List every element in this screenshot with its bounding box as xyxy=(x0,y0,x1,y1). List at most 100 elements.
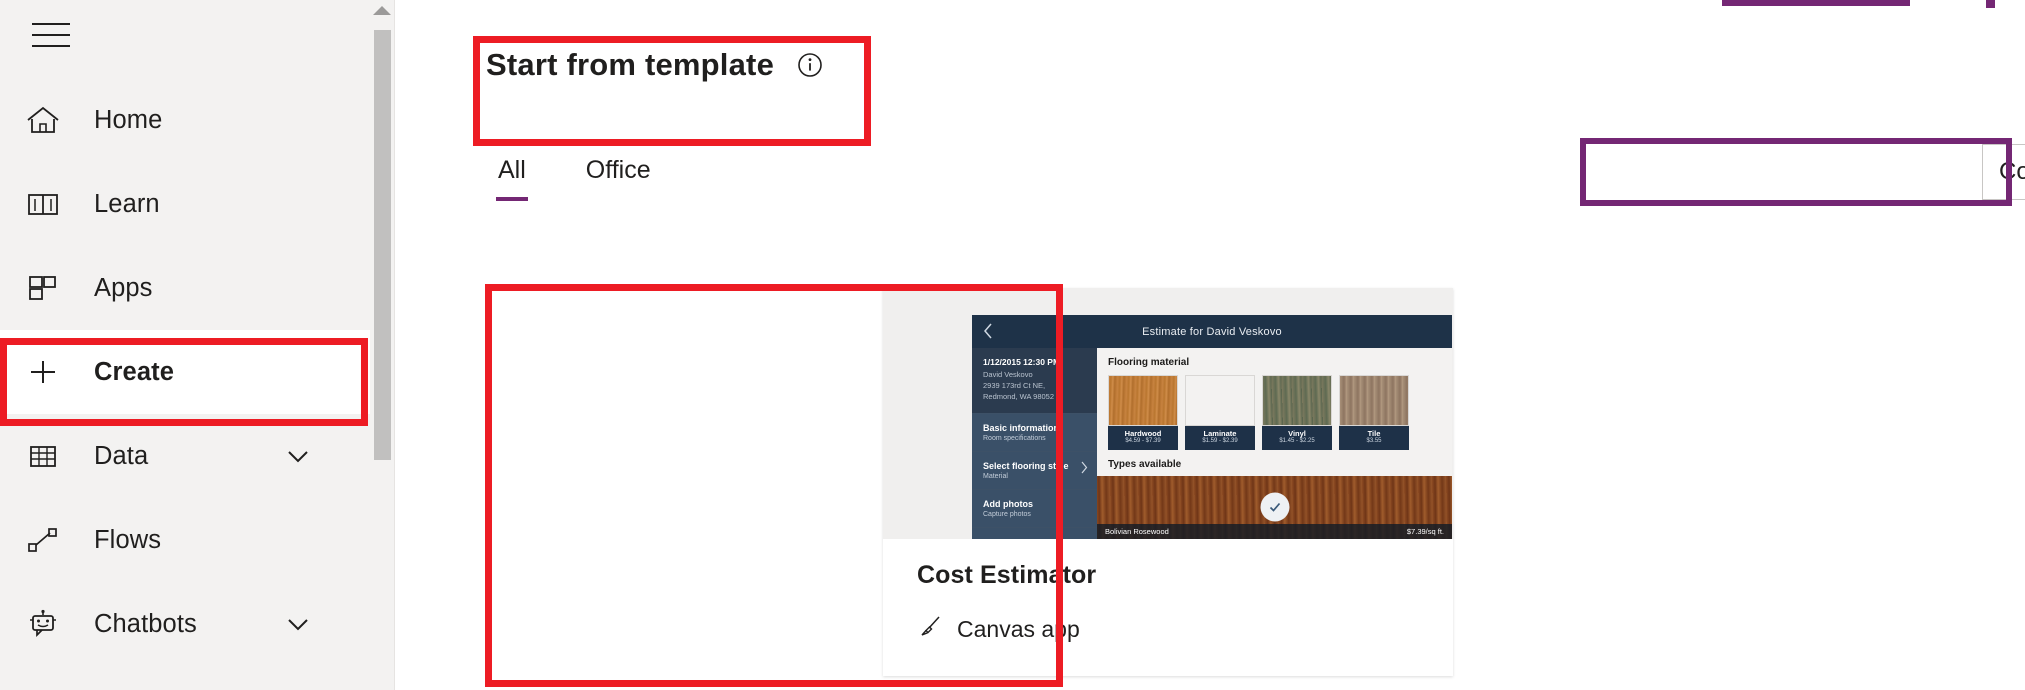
sidebar-item-label: Create xyxy=(94,357,174,386)
main-content: Start from template All Office Cost Esti… xyxy=(396,0,2025,690)
template-card-type: Canvas app xyxy=(917,614,1419,645)
sidebar-item-label: Chatbots xyxy=(94,609,197,638)
mockup-right-panel: Flooring material Hardwood $4.59 - $7.39 xyxy=(1097,348,1452,539)
mockup-menu: Basic information Room specifications Se… xyxy=(972,412,1097,539)
flow-icon xyxy=(26,520,72,560)
page-title: Start from template xyxy=(486,47,775,82)
apps-grid-icon xyxy=(26,268,72,308)
app-preview-mockup: Estimate for David Veskovo 1/12/2015 12:… xyxy=(972,315,1452,539)
mockup-columns: 1/12/2015 12:30 PM David Veskovo 2939 17… xyxy=(972,348,1452,539)
material-price: $3.55 xyxy=(1366,438,1382,445)
left-navigation-sidebar: Home Learn Apps Create Data Flows Chatbo… xyxy=(0,0,370,690)
mockup-menu-title: Add photos xyxy=(983,498,1033,509)
sidebar-item-home[interactable]: Home xyxy=(0,78,370,162)
mockup-menu-item-empty xyxy=(972,526,1097,539)
sidebar-item-learn[interactable]: Learn xyxy=(0,162,370,246)
material-tile: Laminate $1.59 - $2.39 xyxy=(1185,375,1255,450)
top-purple-annotation-tick xyxy=(1986,0,1995,8)
mockup-customer-info: 1/12/2015 12:30 PM David Veskovo 2939 17… xyxy=(972,348,1097,413)
material-tile: Tile $3.55 xyxy=(1339,375,1409,450)
material-name: Hardwood xyxy=(1124,429,1162,438)
sidebar-item-label: Data xyxy=(94,441,149,470)
material-swatch-icon xyxy=(1262,375,1332,426)
sidebar-item-data[interactable]: Data xyxy=(0,414,370,498)
robot-icon xyxy=(26,604,72,644)
sidebar-nav-list: Home Learn Apps Create Data Flows Chatbo… xyxy=(0,78,370,666)
home-icon xyxy=(26,100,72,140)
mockup-section-materials: Flooring material xyxy=(1108,357,1190,368)
mockup-header-title: Estimate for David Veskovo xyxy=(1142,325,1282,338)
chevron-right-icon xyxy=(1080,461,1088,479)
mockup-menu-item: Add photos Capture photos xyxy=(972,488,1097,527)
chevron-down-icon[interactable] xyxy=(284,610,312,638)
search-input[interactable] xyxy=(1983,158,2025,186)
sidebar-item-label: Home xyxy=(94,105,163,134)
tab-all[interactable]: All xyxy=(486,150,538,201)
hamburger-menu-icon[interactable] xyxy=(22,8,80,62)
mockup-menu-item: Select flooring style Material xyxy=(972,450,1097,489)
sidebar-scrollbar[interactable] xyxy=(370,0,395,690)
page-title-row: Start from template xyxy=(486,47,824,83)
material-caption: Vinyl $1.45 - $2.25 xyxy=(1262,426,1332,450)
chevron-down-icon[interactable] xyxy=(284,442,312,470)
mockup-customer-name: David Veskovo xyxy=(983,370,1033,379)
material-name: Vinyl xyxy=(1288,429,1306,438)
mockup-section-types: Types available xyxy=(1108,458,1182,470)
plus-icon xyxy=(26,352,72,392)
sidebar-item-flows[interactable]: Flows xyxy=(0,498,370,582)
sidebar-item-chatbots[interactable]: Chatbots xyxy=(0,582,370,666)
material-caption: Tile $3.55 xyxy=(1339,426,1409,450)
material-caption: Laminate $1.59 - $2.39 xyxy=(1185,426,1255,450)
mockup-menu-title: Basic information xyxy=(983,422,1060,433)
hero-material-price: $7.39/sq ft. xyxy=(1406,526,1444,536)
material-price: $1.45 - $2.25 xyxy=(1279,438,1315,445)
mockup-menu-subtitle: Capture photos xyxy=(983,510,1031,518)
info-circle-icon[interactable] xyxy=(796,51,824,79)
sidebar-item-label: Learn xyxy=(94,189,160,218)
material-tile: Hardwood $4.59 - $7.39 xyxy=(1108,375,1178,450)
hero-material-name: Bolivian Rosewood xyxy=(1105,526,1169,536)
template-thumbnail: Estimate for David Veskovo 1/12/2015 12:… xyxy=(883,288,1453,539)
sidebar-item-apps[interactable]: Apps xyxy=(0,246,370,330)
template-filter-tabs: All Office xyxy=(486,150,663,201)
template-card-cost-estimator[interactable]: Estimate for David Veskovo 1/12/2015 12:… xyxy=(883,288,1453,676)
hamburger-line xyxy=(32,23,70,25)
mockup-menu-subtitle: Room specifications xyxy=(983,434,1046,442)
mockup-menu-item: Basic information Room specifications xyxy=(972,412,1097,451)
material-swatch-icon xyxy=(1185,375,1255,426)
mockup-left-panel: 1/12/2015 12:30 PM David Veskovo 2939 17… xyxy=(972,348,1097,539)
top-purple-annotation-bar xyxy=(1722,0,1910,6)
material-name: Laminate xyxy=(1203,429,1237,438)
mockup-material-tiles: Hardwood $4.59 - $7.39 Laminate $1.59 - … xyxy=(1097,375,1452,450)
material-tile: Vinyl $1.45 - $2.25 xyxy=(1262,375,1332,450)
check-icon xyxy=(1260,492,1289,522)
scroll-up-arrow-icon[interactable] xyxy=(373,6,391,15)
material-caption: Hardwood $4.59 - $7.39 xyxy=(1108,426,1178,450)
mockup-header: Estimate for David Veskovo xyxy=(972,315,1452,348)
mockup-menu-title: Select flooring style xyxy=(983,460,1069,471)
scrollbar-thumb[interactable] xyxy=(374,30,391,460)
material-price: $4.59 - $7.39 xyxy=(1125,438,1161,445)
template-card-type-label: Canvas app xyxy=(957,616,1080,642)
mockup-hero-image: Bolivian Rosewood $7.39/sq ft. xyxy=(1097,475,1452,539)
mockup-hero-caption: Bolivian Rosewood $7.39/sq ft. xyxy=(1097,523,1452,539)
mockup-address-line1: 2939 173rd Ct NE, xyxy=(983,380,1046,390)
mockup-datetime: 1/12/2015 12:30 PM xyxy=(983,357,1061,367)
sidebar-item-label: Apps xyxy=(94,273,153,302)
template-card-title: Cost Estimator xyxy=(917,561,1097,589)
book-icon xyxy=(26,184,72,224)
mockup-menu-subtitle: Material xyxy=(983,472,1008,480)
material-name: Tile xyxy=(1367,429,1381,438)
search-box[interactable] xyxy=(1982,144,2025,200)
tab-office[interactable]: Office xyxy=(574,150,663,201)
table-icon xyxy=(26,436,72,476)
sidebar-item-create[interactable]: Create xyxy=(0,330,370,414)
material-price: $1.59 - $2.39 xyxy=(1202,438,1238,445)
template-card-body: Cost Estimator Canvas app xyxy=(883,539,1453,645)
material-swatch-icon xyxy=(1108,375,1178,426)
hamburger-line xyxy=(32,34,70,36)
app-root: Home Learn Apps Create Data Flows Chatbo… xyxy=(0,0,2025,690)
material-swatch-icon xyxy=(1339,375,1409,426)
mockup-address-line2: Redmond, WA 98052 xyxy=(983,391,1055,401)
hamburger-line xyxy=(32,45,70,47)
